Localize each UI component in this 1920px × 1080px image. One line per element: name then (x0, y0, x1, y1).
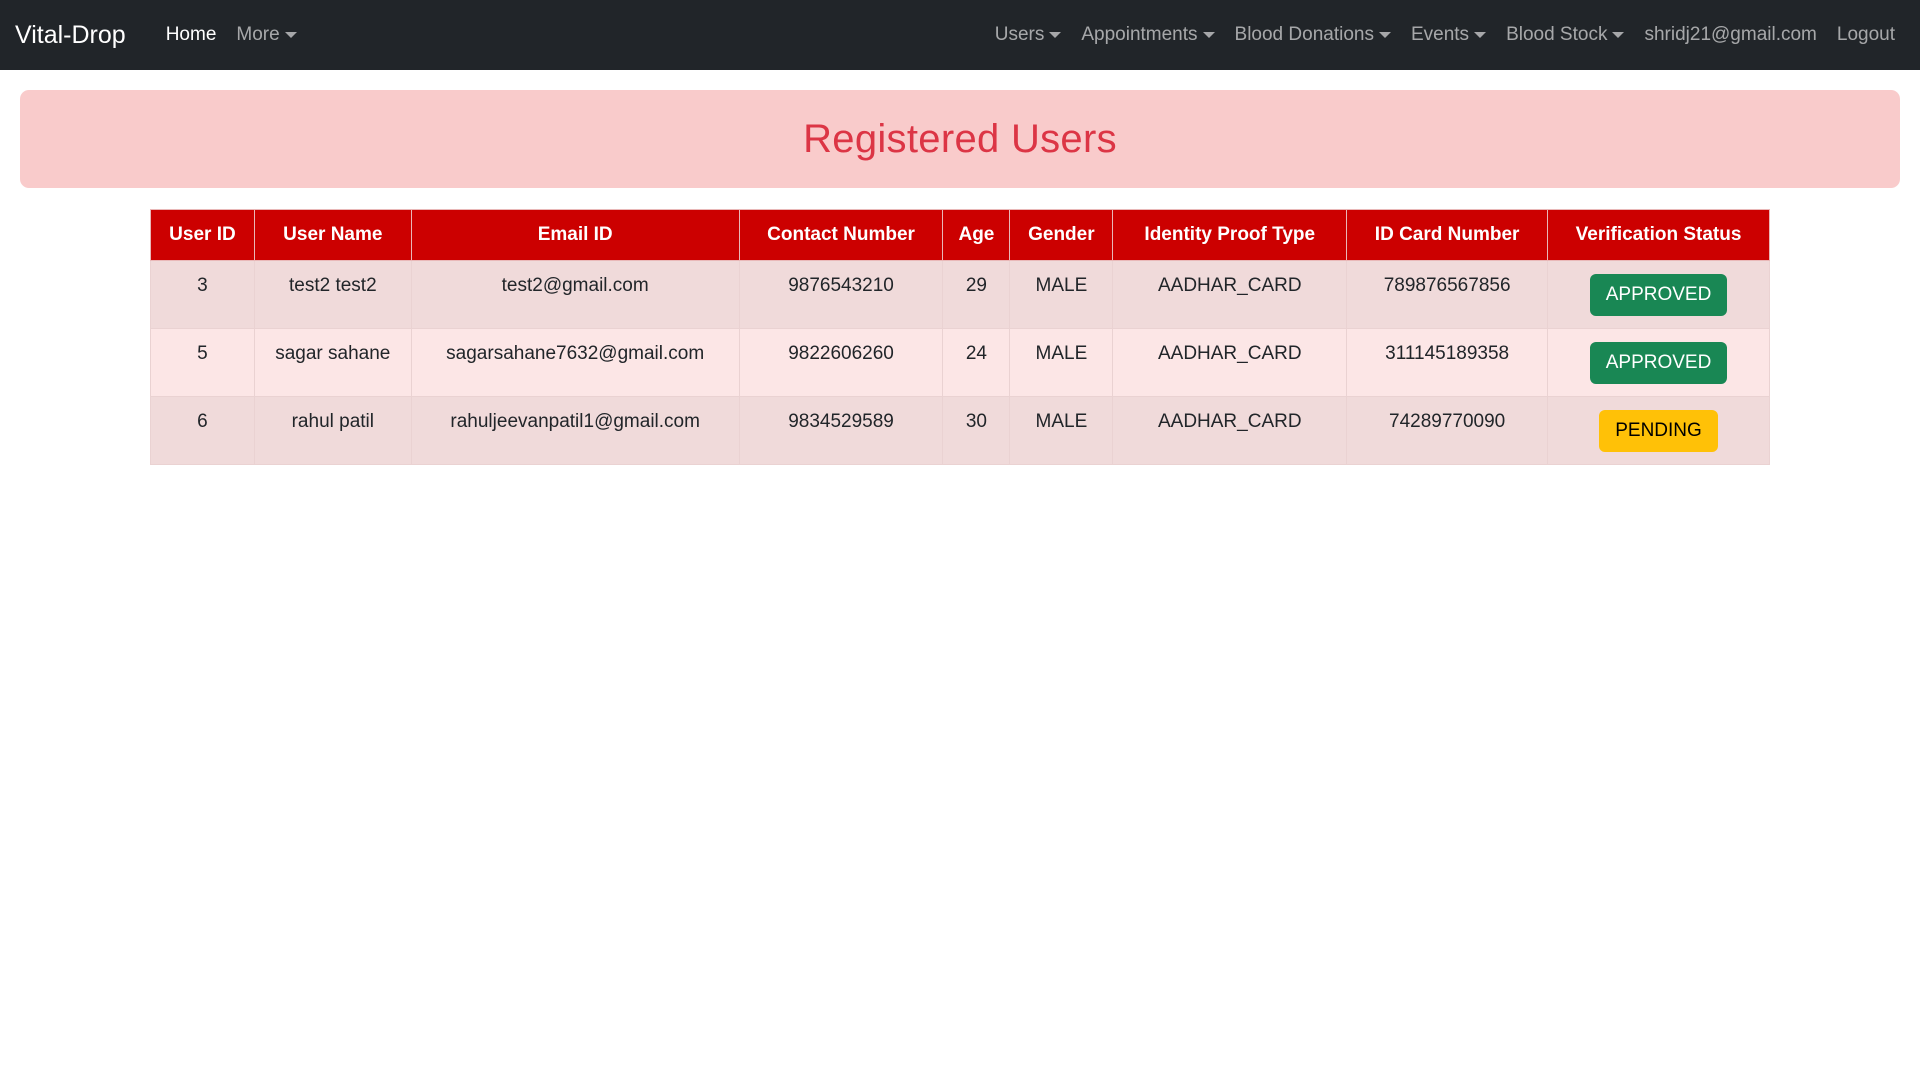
header-user-name: User Name (253, 209, 412, 261)
cell-proof-type: AADHAR_CARD (1112, 260, 1348, 329)
navbar: Vital-Drop Home More Users Appointments … (0, 0, 1920, 70)
nav-user-email[interactable]: shridj21@gmail.com (1634, 24, 1826, 46)
cell-contact: 9822606260 (738, 328, 944, 397)
nav-more-label: More (236, 24, 280, 45)
nav-more-dropdown[interactable]: More (226, 24, 306, 46)
caret-down-icon (284, 32, 297, 38)
nav-appointments-dropdown[interactable]: Appointments (1071, 24, 1224, 46)
cell-email: rahuljeevanpatil1@gmail.com (410, 396, 740, 465)
brand-logo[interactable]: Vital-Drop (15, 21, 126, 50)
header-identity-proof-type: Identity Proof Type (1112, 209, 1348, 261)
cell-user-name: rahul patil (253, 396, 412, 465)
page-title-banner: Registered Users (20, 90, 1900, 188)
cell-age: 29 (942, 260, 1011, 329)
users-table-container: User ID User Name Email ID Contact Numbe… (150, 209, 1770, 465)
nav-appointments-label: Appointments (1081, 24, 1198, 45)
cell-user-id: 5 (150, 328, 255, 397)
nav-left: Home More (156, 24, 307, 46)
cell-gender: MALE (1009, 396, 1114, 465)
table-header-row: User ID User Name Email ID Contact Numbe… (150, 209, 1770, 261)
cell-contact: 9876543210 (738, 260, 944, 329)
header-email-id: Email ID (410, 209, 740, 261)
nav-events-label: Events (1410, 24, 1470, 45)
nav-right: Users Appointments Blood Donations Event… (985, 24, 1905, 46)
cell-gender: MALE (1009, 260, 1114, 329)
cell-gender: MALE (1009, 328, 1114, 397)
cell-proof-type: AADHAR_CARD (1112, 328, 1348, 397)
nav-home[interactable]: Home (156, 24, 227, 46)
table-row: 6 rahul patil rahuljeevanpatil1@gmail.co… (150, 396, 1770, 465)
header-gender: Gender (1009, 209, 1114, 261)
caret-down-icon (1474, 32, 1487, 38)
caret-down-icon (1378, 32, 1391, 38)
nav-logout-label: Logout (1836, 24, 1895, 45)
cell-contact: 9834529589 (738, 396, 944, 465)
cell-email: sagarsahane7632@gmail.com (410, 328, 740, 397)
users-table: User ID User Name Email ID Contact Numbe… (150, 209, 1770, 465)
header-user-id: User ID (150, 209, 255, 261)
page-title: Registered Users (803, 116, 1117, 161)
cell-age: 30 (942, 396, 1011, 465)
cell-user-name: test2 test2 (253, 260, 412, 329)
cell-user-name: sagar sahane (253, 328, 412, 397)
status-badge-pending[interactable]: PENDING (1599, 409, 1718, 452)
header-verification-status: Verification Status (1547, 209, 1770, 261)
cell-user-id: 3 (150, 260, 255, 329)
cell-status: APPROVED (1547, 260, 1770, 329)
cell-id-card: 789876567856 (1346, 260, 1549, 329)
header-contact-number: Contact Number (738, 209, 944, 261)
cell-age: 24 (942, 328, 1011, 397)
table-row: 3 test2 test2 test2@gmail.com 9876543210… (150, 260, 1770, 329)
cell-proof-type: AADHAR_CARD (1112, 396, 1348, 465)
cell-id-card: 311145189358 (1346, 328, 1549, 397)
nav-blood-donations-dropdown[interactable]: Blood Donations (1225, 24, 1401, 46)
header-age: Age (942, 209, 1011, 261)
caret-down-icon (1049, 32, 1062, 38)
cell-status: PENDING (1547, 396, 1770, 465)
nav-blood-donations-label: Blood Donations (1234, 24, 1374, 45)
cell-id-card: 74289770090 (1346, 396, 1549, 465)
status-badge-approved[interactable]: APPROVED (1589, 341, 1728, 384)
nav-user-email-label: shridj21@gmail.com (1644, 24, 1817, 45)
status-badge-approved[interactable]: APPROVED (1589, 273, 1728, 316)
nav-events-dropdown[interactable]: Events (1401, 24, 1496, 46)
cell-user-id: 6 (150, 396, 255, 465)
table-row: 5 sagar sahane sagarsahane7632@gmail.com… (150, 328, 1770, 397)
header-id-card-number: ID Card Number (1346, 209, 1549, 261)
nav-home-label: Home (165, 24, 217, 45)
nav-blood-stock-label: Blood Stock (1506, 24, 1608, 45)
nav-users-dropdown[interactable]: Users (985, 24, 1072, 46)
nav-logout[interactable]: Logout (1827, 24, 1905, 46)
caret-down-icon (1612, 32, 1625, 38)
nav-users-label: Users (994, 24, 1045, 45)
nav-blood-stock-dropdown[interactable]: Blood Stock (1496, 24, 1634, 46)
caret-down-icon (1202, 32, 1215, 38)
cell-email: test2@gmail.com (410, 260, 740, 329)
cell-status: APPROVED (1547, 328, 1770, 397)
